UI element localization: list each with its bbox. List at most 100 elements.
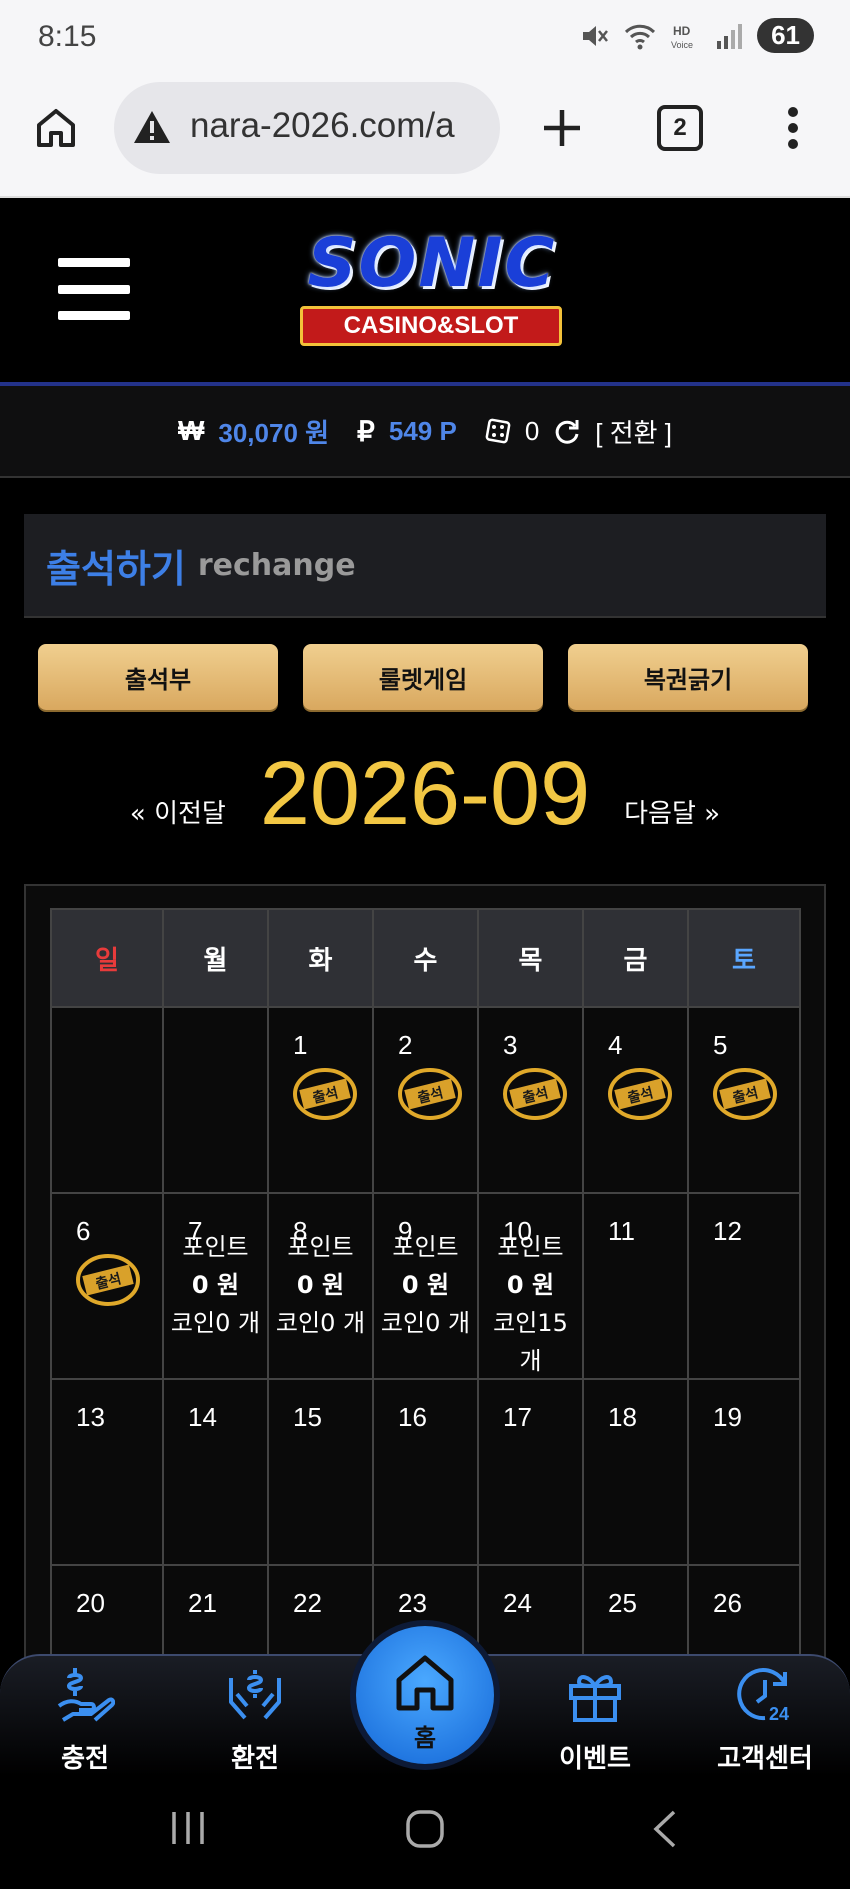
weekday-header: 목 (477, 908, 584, 1008)
menu-line (58, 258, 130, 267)
day-number: 1 (293, 1030, 308, 1060)
signal-icon (717, 23, 743, 49)
day-number: 14 (188, 1402, 217, 1432)
calendar-day-cell[interactable]: 13 (50, 1378, 164, 1566)
section-subtitle: rechange (197, 547, 356, 583)
back-icon[interactable] (650, 1808, 680, 1850)
won-balance: 30,070 원 (218, 417, 330, 448)
calendar-day-cell[interactable]: 16 (372, 1378, 479, 1566)
calendar-day-cell[interactable]: 3 출석 (477, 1006, 584, 1194)
calendar-day-cell[interactable]: 5 출석 (687, 1006, 801, 1194)
svg-text:24: 24 (769, 1704, 789, 1724)
weekday-header-row: 일월화수목금토 (50, 908, 801, 1008)
wifi-icon (625, 24, 656, 49)
calendar-day-cell[interactable]: 9 포인트 0 원 코인0 개 (372, 1192, 479, 1380)
calendar-day-cell[interactable]: 17 (477, 1378, 584, 1566)
address-bar[interactable]: nara-2026.com/a (114, 82, 500, 174)
attendance-book-button[interactable]: 출석부 (38, 644, 278, 710)
nav-exchange-label: 환전 (231, 1744, 279, 1774)
tab-switcher-button[interactable]: 2 (650, 98, 710, 158)
daily-reward-info: 포인트 0 원 코인0 개 (374, 1228, 477, 1342)
current-month: 2026-09 (259, 744, 591, 844)
calendar-day-cell (162, 1006, 269, 1194)
day-number: 24 (503, 1588, 532, 1618)
day-number: 13 (76, 1402, 105, 1432)
svg-text:HD: HD (673, 24, 691, 38)
day-number: 22 (293, 1588, 322, 1618)
reward-line: 0 원 (401, 1271, 450, 1299)
status-bar: 8:15 HD Voice 61 (0, 0, 850, 80)
reward-line: 코인0 개 (275, 1309, 366, 1337)
calendar-day-cell[interactable]: 2 출석 (372, 1006, 479, 1194)
month-navigation: « 이전달 2026-09 다음달 » (24, 744, 826, 844)
calendar-day-cell[interactable]: 10 포인트 0 원 코인15 개 (477, 1192, 584, 1380)
roulette-game-button[interactable]: 룰렛게임 (303, 644, 543, 710)
weekday-header: 일 (50, 908, 164, 1008)
mute-icon (583, 25, 609, 46)
nav-charge-label: 충전 (61, 1744, 109, 1774)
nav-charge[interactable]: 충전 (20, 1656, 150, 1776)
calendar-day-cell[interactable]: 15 (267, 1378, 374, 1566)
logo-subtitle: CASINO&SLOT (300, 306, 562, 346)
reward-line: 0 원 (296, 1271, 345, 1299)
home-icon (37, 109, 75, 147)
day-number: 19 (713, 1402, 742, 1432)
calendar-day-cell[interactable]: 6 출석 (50, 1192, 164, 1380)
calendar-day-cell[interactable]: 8 포인트 0 원 코인0 개 (267, 1192, 374, 1380)
calendar-day-cell[interactable]: 18 (582, 1378, 689, 1566)
recent-apps-icon[interactable] (168, 1808, 208, 1848)
scratch-lottery-button[interactable]: 복권긁기 (568, 644, 808, 710)
nav-exchange[interactable]: 환전 (190, 1656, 320, 1776)
new-tab-button[interactable] (532, 98, 592, 158)
day-number: 4 (608, 1030, 623, 1060)
coin-balance: 0 (524, 415, 540, 446)
nav-home-label: 홈 (413, 1724, 437, 1752)
calendar-day-cell[interactable]: 1 출석 (267, 1006, 374, 1194)
nav-home[interactable]: 홈 (356, 1626, 494, 1764)
refresh-icon[interactable] (553, 417, 581, 445)
day-number: 26 (713, 1588, 742, 1618)
convert-button[interactable]: [ 전환 ] (595, 413, 672, 450)
attendance-stamp-icon: 출석 (398, 1068, 462, 1120)
calendar-day-cell[interactable]: 11 (582, 1192, 689, 1380)
calendar-day-cell[interactable]: 14 (162, 1378, 269, 1566)
browser-home-button[interactable] (26, 98, 86, 158)
reward-line: 포인트 (287, 1233, 354, 1261)
site-logo[interactable]: SONIC CASINO&SLOT (262, 224, 602, 348)
calendar-week-row: 13 14 15 16 17 18 19 (50, 1378, 801, 1566)
daily-reward-info: 포인트 0 원코인0 개 (269, 1228, 372, 1342)
nav-support[interactable]: 24 고객센터 (700, 1656, 830, 1776)
calendar-week-row: 6 출석 7 포인트 0 원 코인0 개 8 포인트 0 원 코인0 개 9 포인트 0 원 코인0 개1… (50, 1192, 801, 1380)
calendar-day-cell[interactable]: 12 (687, 1192, 801, 1380)
calendar-day-cell[interactable]: 4 출석 (582, 1006, 689, 1194)
reward-line: 포인트 (182, 1233, 249, 1261)
reward-line: 코인0 개 (170, 1309, 261, 1337)
exchange-icon (229, 1670, 281, 1720)
day-number: 12 (713, 1216, 742, 1246)
balance-bar: ₩ 30,070 원 ₽ 549 P 0 [ 전환 ] (0, 386, 850, 478)
day-number: 23 (398, 1588, 427, 1618)
home-circle-icon[interactable] (404, 1808, 446, 1850)
calendar-day-cell[interactable]: 7 포인트 0 원 코인0 개 (162, 1192, 269, 1380)
browser-menu-button[interactable] (763, 98, 823, 158)
battery-indicator: 61 (757, 18, 814, 53)
menu-button[interactable] (58, 258, 130, 320)
day-number: 20 (76, 1588, 105, 1618)
point-balance: 549 P (388, 415, 457, 446)
url-text: nara-2026.com/a (190, 106, 455, 145)
next-month-link[interactable]: 다음달 » (624, 793, 720, 830)
calendar-day-cell[interactable]: 19 (687, 1378, 801, 1566)
daily-reward-info: 포인트 0 원 코인0 개 (164, 1228, 267, 1342)
day-number: 3 (503, 1030, 518, 1060)
nav-event[interactable]: 이벤트 (530, 1656, 660, 1776)
point-icon: ₽ (357, 415, 375, 447)
attendance-stamp-icon: 출석 (76, 1254, 140, 1306)
section-title: 출석하기 (46, 546, 186, 591)
day-number: 25 (608, 1588, 637, 1618)
svg-text:Voice: Voice (671, 40, 693, 50)
weekday-header: 금 (582, 908, 689, 1008)
day-number: 11 (608, 1216, 635, 1246)
prev-month-link[interactable]: « 이전달 (130, 793, 226, 830)
day-number: 21 (188, 1588, 217, 1618)
warning-icon (134, 111, 170, 143)
